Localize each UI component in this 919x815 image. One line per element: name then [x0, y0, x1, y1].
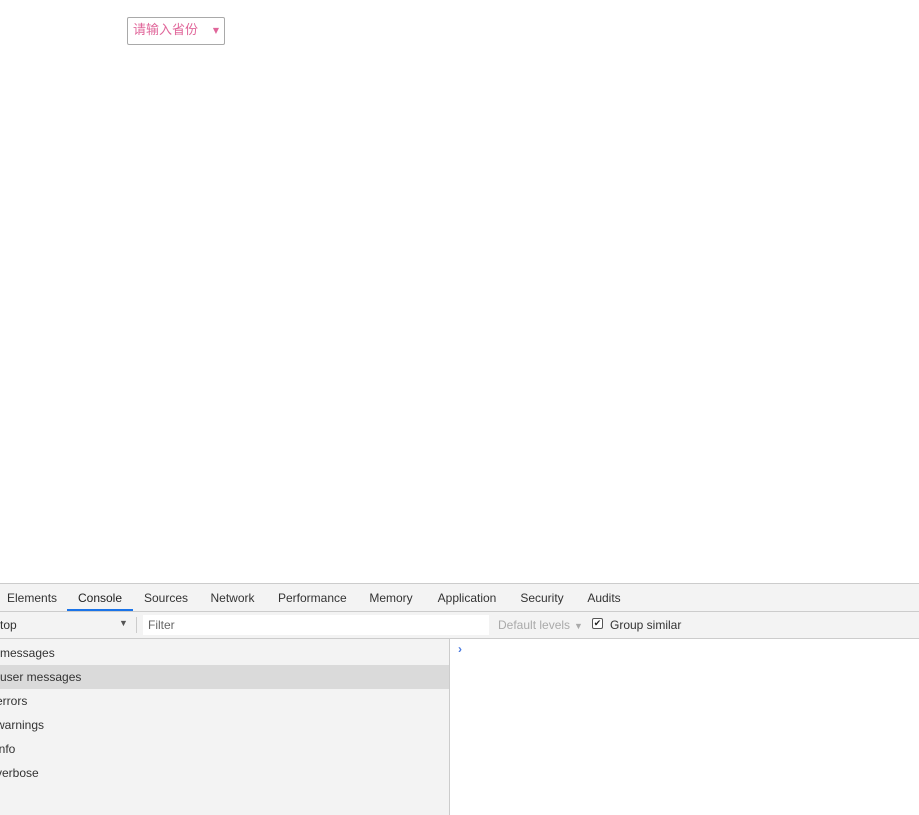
sidebar-item-label: errors: [0, 694, 28, 708]
log-levels-label: Default levels: [498, 618, 571, 632]
context-selector[interactable]: top: [0, 618, 17, 632]
tab-application[interactable]: Application: [436, 584, 498, 611]
tab-sources[interactable]: Sources: [144, 584, 188, 611]
sidebar-item-errors[interactable]: errors: [0, 689, 449, 713]
province-select-value: 请输入省份: [133, 23, 199, 38]
group-similar-checkbox[interactable]: ✔: [592, 618, 603, 629]
sidebar-item-label: verbose: [0, 766, 39, 780]
context-dropdown-icon[interactable]: ▼: [119, 618, 128, 628]
sidebar-item-messages[interactable]: messages: [0, 641, 449, 665]
tab-console[interactable]: Console: [67, 584, 133, 611]
toolbar-divider: [136, 617, 137, 633]
sidebar-item-verbose[interactable]: verbose: [0, 761, 449, 785]
tab-elements[interactable]: Elements: [7, 584, 57, 611]
devtools-panel: Elements Console Sources Network Perform…: [0, 583, 919, 815]
console-filter-input[interactable]: [143, 615, 489, 635]
sidebar-item-warnings[interactable]: warnings: [0, 713, 449, 737]
tab-audits[interactable]: Audits: [586, 584, 622, 611]
tab-memory[interactable]: Memory: [368, 584, 414, 611]
group-similar-label[interactable]: Group similar: [610, 618, 681, 632]
console-output[interactable]: ›: [450, 639, 919, 815]
tab-security[interactable]: Security: [520, 584, 564, 611]
levels-dropdown-icon: ▼: [574, 621, 583, 631]
sidebar-item-user-messages[interactable]: user messages: [0, 665, 449, 689]
tab-network[interactable]: Network: [209, 584, 256, 611]
sidebar-item-info[interactable]: info: [0, 737, 449, 761]
console-toolbar: top ▼ Default levels▼ ✔ Group similar: [0, 612, 919, 639]
province-select[interactable]: 请输入省份 ▼: [127, 17, 225, 45]
tab-performance[interactable]: Performance: [278, 584, 347, 611]
log-levels-dropdown[interactable]: Default levels ▼: [498, 618, 583, 632]
console-prompt-icon: ›: [458, 642, 462, 656]
sidebar-item-label: user messages: [0, 670, 82, 684]
devtools-tabbar: Elements Console Sources Network Perform…: [0, 584, 919, 612]
sidebar-item-label: messages: [0, 646, 55, 660]
console-sidebar: messages user messages errors warnings i…: [0, 639, 450, 815]
sidebar-item-label: info: [0, 742, 16, 756]
dropdown-arrow-icon: ▼: [212, 26, 219, 35]
sidebar-item-label: warnings: [0, 718, 45, 732]
